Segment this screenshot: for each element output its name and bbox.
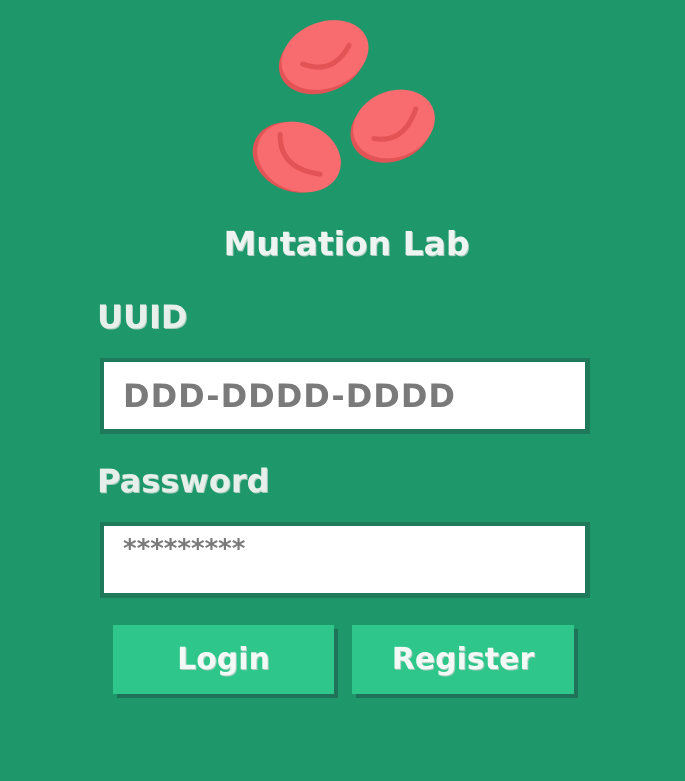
password-input[interactable] [100, 522, 590, 598]
uuid-label: UUID [97, 298, 188, 336]
uuid-input[interactable] [100, 358, 590, 434]
password-label: Password [97, 462, 270, 500]
app-title: Mutation Lab [223, 224, 470, 263]
register-button[interactable]: Register [352, 625, 574, 694]
blood-cell-icon [252, 121, 341, 193]
blood-cell-icon [278, 20, 369, 95]
login-button[interactable]: Login [113, 625, 334, 694]
blood-cell-icon [350, 89, 435, 163]
red-blood-cells-icon [252, 20, 435, 193]
